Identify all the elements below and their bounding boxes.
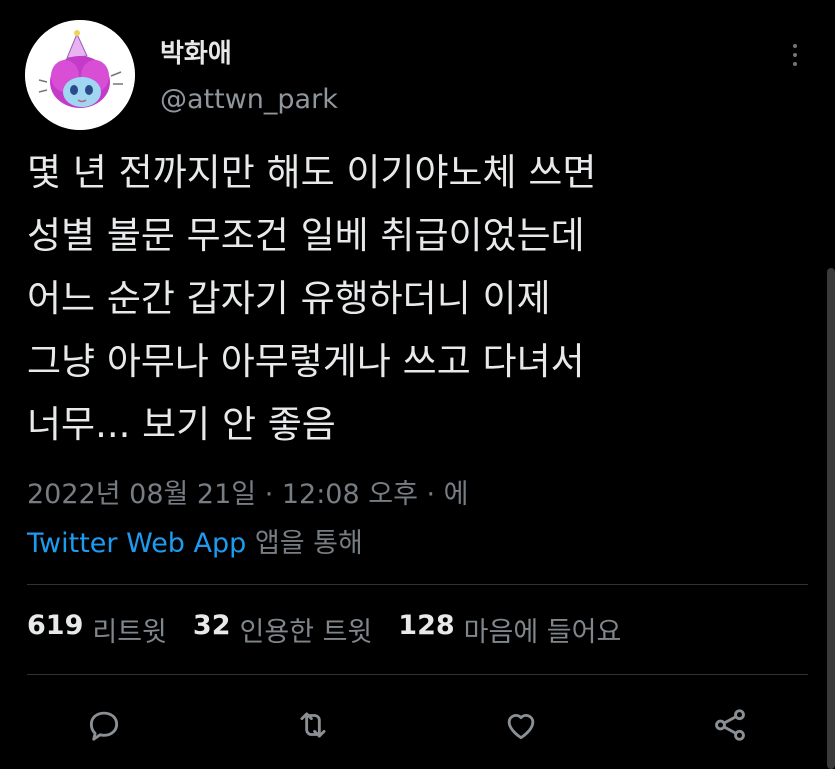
reply-button[interactable] [79,700,129,750]
source-suffix: 앱을 통해 [254,528,363,559]
more-options-button[interactable] [782,40,808,70]
share-button[interactable] [705,700,755,750]
tweet-line: 그냥 아무나 아무렇게나 쓰고 다녀서 [27,340,585,383]
like-count-stat[interactable]: 128 마음에 들어요 [398,610,621,649]
tweet-line: 성별 불문 무조건 일베 취급이었는데 [27,214,585,257]
tweet-line: 몇 년 전까지만 해도 이기야노체 쓰면 [27,151,597,194]
avatar-image [25,20,135,130]
retweet-count: 619 [27,610,84,641]
retweet-button[interactable] [288,700,338,750]
like-button[interactable] [496,700,546,750]
share-icon [715,709,745,741]
reply-icon [89,711,119,741]
user-handle[interactable]: @attwn_park [160,84,338,115]
tweet-line: 너무... 보기 안 좋음 [27,403,336,446]
retweet-count-stat[interactable]: 619 리트윗 [27,610,167,649]
quote-count: 32 [192,610,231,641]
retweet-label: 리트윗 [92,617,167,648]
divider [27,584,808,585]
scrollbar[interactable] [827,268,835,769]
quote-count-stat[interactable]: 32 인용한 트윗 [193,610,372,649]
divider [27,674,808,675]
tweet-actions [0,700,835,750]
display-name[interactable]: 박화애 [160,33,232,70]
quote-label: 인용한 트윗 [239,617,373,648]
like-count: 128 [398,610,455,641]
tweet-line: 어느 순간 갑자기 유행하더니 이제 [27,277,551,320]
source-app-link[interactable]: Twitter Web App [27,528,246,559]
tweet-source: Twitter Web App 앱을 통해 [27,521,363,560]
avatar[interactable] [25,20,135,130]
like-icon [507,714,535,740]
retweet-icon [300,712,326,738]
tweet-timestamp[interactable]: 2022년 08월 21일 · 12:08 오후 · 에 [27,472,469,511]
tweet-stats: 619 리트윗 32 인용한 트윗 128 마음에 들어요 [27,610,621,649]
like-label: 마음에 들어요 [463,617,622,648]
more-vertical-icon [793,44,797,48]
tweet-text: 몇 년 전까지만 해도 이기야노체 쓰면 성별 불문 무조건 일베 취급이었는데… [27,141,787,456]
